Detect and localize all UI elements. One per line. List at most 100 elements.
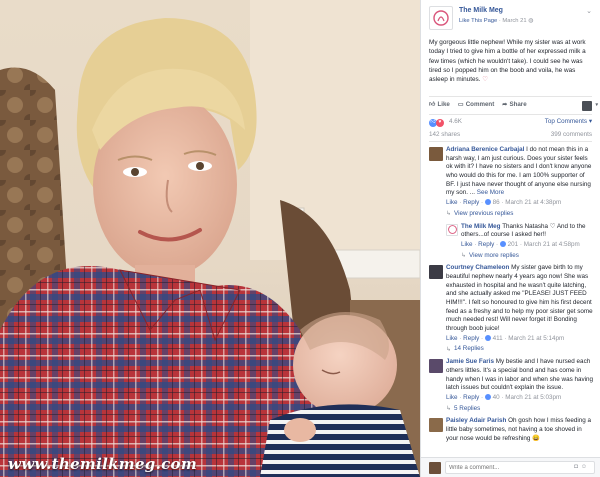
- thumbs-up-icon: 👍︎: [429, 101, 436, 109]
- caret-down-icon[interactable]: ▾: [595, 102, 598, 109]
- post-text: My gorgeous little nephew! While my sist…: [421, 34, 600, 96]
- share-icon: ➦: [502, 101, 508, 109]
- reply-page-avatar[interactable]: [446, 223, 458, 236]
- see-more-link[interactable]: See More: [477, 189, 504, 196]
- comments-list: Adriana Berenice Carbajal I do not mean …: [421, 146, 600, 443]
- comment-reply-link[interactable]: Reply: [463, 394, 479, 401]
- like-this-page-link[interactable]: Like This Page: [459, 18, 497, 24]
- post-header: The Milk Meg Like This Page · March 21 ◍…: [421, 0, 600, 34]
- comment-meta: Like · Reply · 86 · March 21 at 4:38pm: [446, 199, 562, 207]
- comment-like-link[interactable]: Like: [446, 394, 458, 401]
- comment-like-link[interactable]: Like: [446, 199, 458, 206]
- write-comment-input[interactable]: [445, 461, 595, 474]
- heart-icon: ♡: [482, 76, 489, 84]
- reply-body: The Milk Meg Thanks Natasha ♡ And to the…: [461, 223, 594, 240]
- page-avatar[interactable]: [429, 6, 453, 30]
- comments-count[interactable]: 399 comments: [551, 131, 592, 140]
- photo-illustration: [0, 0, 420, 477]
- view-previous-replies-link[interactable]: ↳ View previous replies: [446, 210, 594, 219]
- viewer-avatar[interactable]: [582, 101, 592, 111]
- view-previous-replies-label: View previous replies: [454, 209, 514, 217]
- write-comment-bar: ◘ ☺: [421, 457, 600, 477]
- view-more-replies-label: View more replies: [469, 251, 519, 259]
- comment-like-count[interactable]: 411: [493, 335, 503, 342]
- like-count-icon: [484, 393, 491, 400]
- facebook-post-panel: The Milk Meg Like This Page · March 21 ◍…: [420, 0, 600, 477]
- globe-icon: ◍: [528, 17, 534, 24]
- reply-reply-link[interactable]: Reply: [478, 241, 494, 248]
- milk-meg-logo-icon: [433, 10, 449, 26]
- comment-item: Courtney Chameleon My sister gave birth …: [429, 264, 594, 354]
- comment-time[interactable]: March 21 at 5:03pm: [505, 394, 561, 401]
- camera-icon[interactable]: ◘: [574, 463, 578, 471]
- ellipsis: ...: [469, 189, 477, 197]
- watermark-text: www.themilkmeg.com: [8, 455, 198, 473]
- comment-time[interactable]: March 21 at 4:38pm: [505, 199, 561, 206]
- reply-like-count[interactable]: 201: [508, 241, 519, 248]
- commenter-avatar[interactable]: [429, 147, 443, 161]
- share-label: Share: [509, 101, 527, 109]
- comment-text: My sister gave birth to my beautiful nep…: [446, 264, 593, 333]
- share-button[interactable]: ➦ Share: [502, 101, 526, 110]
- comment-time[interactable]: March 21 at 5:14pm: [508, 335, 564, 342]
- post-body: My gorgeous little nephew! While my sist…: [429, 39, 586, 84]
- like-count-icon: [484, 334, 491, 341]
- post-date[interactable]: March 21: [502, 18, 526, 24]
- post-options-chevron-icon[interactable]: ⌄: [586, 7, 592, 17]
- comment-button[interactable]: ▭ Comment: [458, 101, 494, 110]
- commenter-avatar[interactable]: [429, 265, 443, 280]
- comment-body: Adriana Berenice Carbajal I do not mean …: [446, 146, 594, 198]
- comment-like-link[interactable]: Like: [446, 335, 458, 342]
- comment-icon: ▭: [457, 101, 464, 109]
- reply-arrow-icon: ↳: [446, 211, 452, 218]
- caret-down-icon: ▾: [588, 118, 592, 126]
- comment-tools: ◘ ☺: [574, 463, 587, 471]
- viewer-avatar[interactable]: [429, 461, 441, 474]
- commenter-name[interactable]: Jamie Sue Faris: [446, 358, 494, 365]
- reply-author[interactable]: The Milk Meg: [461, 223, 501, 230]
- replies-label: 5 Replies: [454, 404, 481, 412]
- shares-count[interactable]: 142 shares: [429, 131, 460, 140]
- comment-reply-link[interactable]: Reply: [463, 335, 479, 342]
- post-photo[interactable]: www.themilkmeg.com: [0, 0, 420, 477]
- milk-meg-logo-icon: [447, 225, 457, 234]
- top-comments-dropdown[interactable]: Top Comments ▾: [545, 118, 592, 127]
- comment-meta: Like · Reply · 411 · March 21 at 5:14pm: [446, 334, 565, 342]
- replies-label: 14 Replies: [454, 345, 484, 353]
- commenter-name[interactable]: Paisley Adair Parish: [446, 417, 506, 424]
- view-more-replies-link[interactable]: ↳ View more replies: [461, 252, 594, 261]
- comment-label: Comment: [465, 101, 495, 109]
- like-count-icon: [484, 199, 491, 206]
- reply-arrow-icon: ↳: [446, 346, 452, 353]
- replies-link[interactable]: ↳ 5 Replies: [446, 405, 594, 414]
- comment-body: Jamie Sue Faris My bestie and I have nur…: [446, 358, 594, 393]
- commenter-avatar[interactable]: [429, 359, 443, 374]
- reply-time[interactable]: March 21 at 4:58pm: [524, 241, 580, 248]
- like-label: Like: [437, 101, 450, 109]
- comment-like-count[interactable]: 86: [493, 199, 500, 206]
- comment-reply-link[interactable]: Reply: [463, 199, 479, 206]
- comment-item: Adriana Berenice Carbajal I do not mean …: [429, 146, 594, 260]
- reply-arrow-icon: ↳: [446, 405, 452, 412]
- emoji-icon[interactable]: ☺: [581, 463, 587, 471]
- comment-item: Jamie Sue Faris My bestie and I have nur…: [429, 358, 594, 413]
- reply-like-link[interactable]: Like: [461, 241, 473, 248]
- share-count-row: 142 shares 399 comments: [429, 130, 592, 142]
- comment-text: I do not mean this in a harsh way, I am …: [446, 146, 592, 197]
- nested-reply: The Milk Meg Thanks Natasha ♡ And to the…: [446, 223, 594, 261]
- commenter-name[interactable]: Adriana Berenice Carbajal: [446, 146, 524, 153]
- comment-meta: Like · Reply · 40 · March 21 at 5:03pm: [446, 393, 562, 401]
- reply-meta: Like · Reply · 201 · March 21 at 4:58pm: [461, 240, 580, 248]
- reactions-row: 👍︎ ♥ 4.6K Top Comments ▾: [429, 114, 592, 130]
- love-reaction-icon: ♥: [436, 118, 444, 127]
- comment-body: Paisley Adair Parish Oh gosh how I miss …: [446, 417, 594, 443]
- comment-like-count[interactable]: 40: [493, 394, 500, 401]
- commenter-avatar[interactable]: [429, 418, 443, 433]
- page-meta: Like This Page · March 21 ◍: [459, 18, 594, 26]
- replies-link[interactable]: ↳ 14 Replies: [446, 345, 594, 354]
- commenter-name[interactable]: Courtney Chameleon: [446, 264, 509, 271]
- comment-item: Paisley Adair Parish Oh gosh how I miss …: [429, 417, 594, 443]
- reaction-count[interactable]: 4.6K: [449, 118, 462, 127]
- like-button[interactable]: 👍︎ Like: [429, 101, 450, 110]
- page-name-link[interactable]: The Milk Meg: [459, 6, 594, 16]
